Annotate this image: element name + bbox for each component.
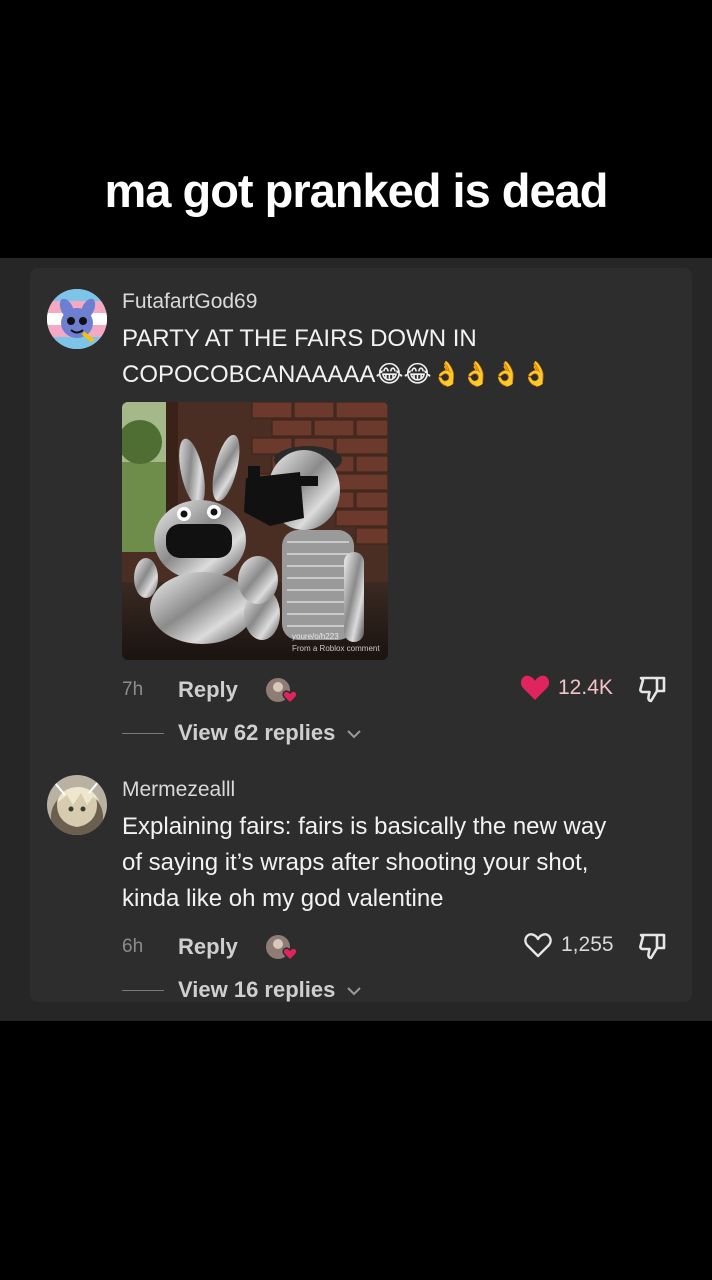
chevron-down-icon bbox=[346, 987, 361, 996]
like-count: 1,255 bbox=[561, 933, 614, 956]
comment-timestamp: 6h bbox=[122, 936, 144, 957]
image-watermark: youre/o/h223 bbox=[292, 632, 339, 641]
comment-text-line: COPOCOBCANAAAAA😂😂👌👌👌👌 bbox=[122, 361, 552, 388]
view-replies-button[interactable]: View 16 replies bbox=[178, 977, 362, 1003]
view-replies-label: View 62 replies bbox=[178, 720, 336, 745]
dislike-icon[interactable] bbox=[637, 674, 667, 704]
replies-divider bbox=[122, 733, 164, 734]
view-replies-label: View 16 replies bbox=[178, 977, 336, 1002]
comment-image-attachment[interactable]: youre/o/h223 From a Roblox comment bbox=[122, 402, 388, 660]
reply-button[interactable]: Reply bbox=[178, 677, 238, 703]
like-button[interactable]: 12.4K bbox=[520, 674, 613, 702]
video-caption: ma got pranked is dead bbox=[104, 164, 609, 217]
image-watermark: From a Roblox comment bbox=[292, 644, 380, 653]
creator-liked-badge-icon bbox=[264, 933, 298, 963]
comment-text-line: kinda like oh my god valentine bbox=[122, 885, 444, 912]
comment-text: Explaining fairs: fairs is basically the… bbox=[122, 809, 682, 917]
creator-liked-badge-icon bbox=[264, 676, 298, 706]
comment-text-line: of saying it’s wraps after shooting your… bbox=[122, 849, 589, 876]
heart-outline-icon bbox=[524, 933, 552, 958]
view-replies-button[interactable]: View 62 replies bbox=[178, 720, 362, 746]
dislike-icon[interactable] bbox=[637, 931, 667, 961]
comment-text: PARTY AT THE FAIRS DOWN IN COPOCOBCANAAA… bbox=[122, 321, 662, 393]
comment-username[interactable]: Mermezealll bbox=[122, 778, 235, 802]
commenter-avatar[interactable] bbox=[47, 289, 107, 349]
like-count: 12.4K bbox=[558, 676, 613, 699]
heart-filled-icon bbox=[520, 675, 550, 700]
reply-button[interactable]: Reply bbox=[178, 934, 238, 960]
chevron-down-icon bbox=[346, 730, 361, 739]
comment-timestamp: 7h bbox=[122, 679, 144, 700]
commenter-avatar[interactable] bbox=[47, 775, 107, 835]
comment-text-line: PARTY AT THE FAIRS DOWN IN bbox=[122, 325, 477, 352]
like-button[interactable]: 1,255 bbox=[523, 931, 614, 959]
comment-username[interactable]: FutafartGod69 bbox=[122, 290, 257, 314]
replies-divider bbox=[122, 990, 164, 991]
comment-text-line: Explaining fairs: fairs is basically the… bbox=[122, 813, 607, 840]
